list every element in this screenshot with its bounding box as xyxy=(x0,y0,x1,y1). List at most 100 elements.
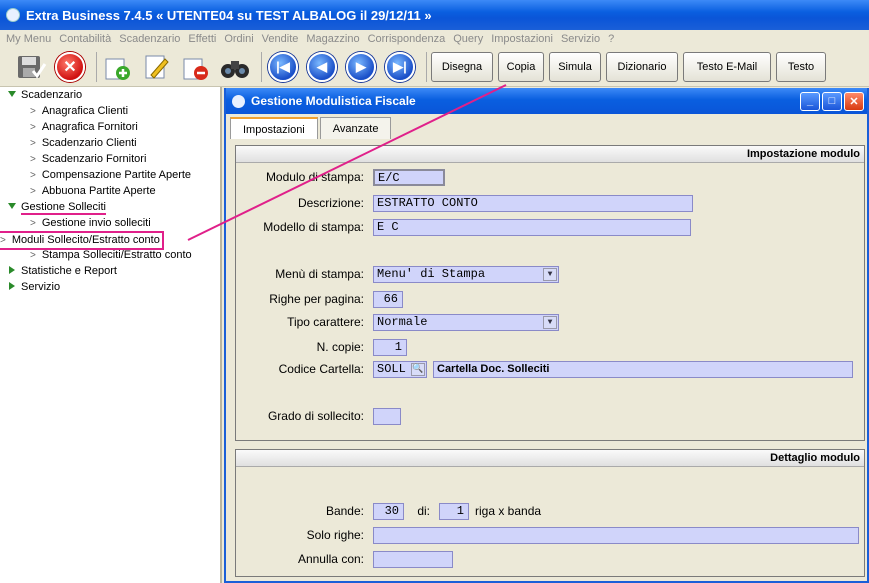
tree-item-moduli[interactable]: > Moduli Sollecito/Estratto conto xyxy=(0,231,220,250)
copia-button[interactable]: Copia xyxy=(498,51,544,82)
tree-item-scadenzario-fornitori[interactable]: > Scadenzario Fornitori xyxy=(0,151,220,167)
modulo-field[interactable]: E/C xyxy=(373,169,445,186)
toolbar-separator xyxy=(261,51,262,82)
di-field[interactable]: 1 xyxy=(439,503,469,520)
toolbar-separator xyxy=(96,51,97,82)
delete-icon[interactable] xyxy=(179,50,213,84)
annulla-field[interactable] xyxy=(373,551,453,568)
grado-label: Grado di sollecito: xyxy=(267,409,364,423)
window-titlebar: Gestione Modulistica Fiscale _ □ ✕ xyxy=(226,88,867,114)
menu-scadenzario[interactable]: Scadenzario xyxy=(119,33,180,45)
tree-node-scadenzario[interactable]: Scadenzario xyxy=(0,87,220,103)
tree-item-scadenzario-clienti[interactable]: > Scadenzario Clienti xyxy=(0,135,220,151)
menu-query[interactable]: Query xyxy=(453,33,483,45)
app-titlebar: Extra Business 7.4.5 « UTENTE04 su TEST … xyxy=(0,0,869,30)
sidebar-tree: Scadenzario > Anagrafica Clienti > Anagraf… xyxy=(0,87,222,583)
tree-item-compensazione[interactable]: > Compensazione Partite Aperte xyxy=(0,167,220,183)
toolbar-separator xyxy=(426,51,427,82)
tab-avanzate[interactable]: Avanzate xyxy=(319,117,392,139)
tree-item-gestione-invio[interactable]: > Gestione invio solleciti xyxy=(0,215,220,231)
lookup-icon[interactable]: 🔍 xyxy=(411,363,425,376)
riga-banda-label: riga x banda xyxy=(475,504,542,518)
testo-email-button[interactable]: Testo E-Mail xyxy=(683,51,771,82)
binoculars-icon[interactable] xyxy=(218,50,252,84)
minimize-button[interactable]: _ xyxy=(800,91,820,111)
chevron-right-icon: > xyxy=(30,122,36,133)
menu-corrispondenza[interactable]: Corrispondenza xyxy=(368,33,446,45)
menu-magazzino[interactable]: Magazzino xyxy=(306,33,359,45)
tab-strip: Impostazioni Avanzate xyxy=(230,117,393,139)
modello-label: Modello di stampa: xyxy=(263,220,364,234)
chevron-down-icon[interactable]: ▼ xyxy=(543,268,557,281)
menu-effetti[interactable]: Effetti xyxy=(188,33,216,45)
modello-field[interactable]: E C xyxy=(373,219,691,236)
tree-item-abbuona[interactable]: > Abbuona Partite Aperte xyxy=(0,183,220,199)
chevron-right-icon: > xyxy=(30,250,36,261)
edit-icon[interactable] xyxy=(140,50,174,84)
cartella-label: Codice Cartella: xyxy=(278,362,364,376)
next-record-icon[interactable]: ▶ xyxy=(344,50,378,84)
bande-label: Bande: xyxy=(325,504,364,518)
menu-vendite[interactable]: Vendite xyxy=(262,33,299,45)
menu-servizio[interactable]: Servizio xyxy=(561,33,600,45)
tree-node-gestione-solleciti[interactable]: Gestione Solleciti xyxy=(0,199,220,215)
chevron-right-icon: > xyxy=(30,106,36,117)
app-icon xyxy=(6,8,20,22)
impostazione-panel: Impostazione modulo Modulo di stampa: E/… xyxy=(235,145,865,441)
maximize-button[interactable]: □ xyxy=(822,91,842,111)
copie-field[interactable]: 1 xyxy=(373,339,407,356)
menu-stampa-label: Menù di stampa: xyxy=(275,267,364,281)
cartella-desc-field: Cartella Doc. Solleciti xyxy=(433,361,853,378)
tipo-carattere-label: Tipo carattere: xyxy=(287,315,364,329)
panel-header: Impostazione modulo xyxy=(236,146,864,163)
menu-help[interactable]: ? xyxy=(608,33,614,45)
chevron-down-icon[interactable]: ▼ xyxy=(543,316,557,329)
chevron-right-icon: > xyxy=(30,218,36,229)
annulla-label: Annulla con: xyxy=(297,552,364,566)
collapsed-icon xyxy=(9,266,15,274)
testo-button[interactable]: Testo xyxy=(776,51,826,82)
menu-ordini[interactable]: Ordini xyxy=(224,33,253,45)
add-icon[interactable] xyxy=(101,50,135,84)
copie-label: N. copie: xyxy=(316,340,364,354)
simula-button[interactable]: Simula xyxy=(549,51,601,82)
grado-field[interactable] xyxy=(373,408,401,425)
descrizione-field[interactable]: ESTRATTO CONTO xyxy=(373,195,693,212)
dettaglio-panel: Dettaglio modulo Bande: 30 di: 1 riga x … xyxy=(235,449,865,577)
chevron-right-icon: > xyxy=(30,154,36,165)
dizionario-button[interactable]: Dizionario xyxy=(606,51,678,82)
tree-item-anagrafica-fornitori[interactable]: > Anagrafica Fornitori xyxy=(0,119,220,135)
last-record-icon[interactable]: ▶| xyxy=(383,50,417,84)
solo-righe-field[interactable] xyxy=(373,527,859,544)
chevron-right-icon: > xyxy=(30,138,36,149)
di-label: di: xyxy=(417,504,430,518)
disegna-button[interactable]: Disegna xyxy=(431,51,493,82)
menu-impostazioni[interactable]: Impostazioni xyxy=(491,33,553,45)
tree-item-stampa[interactable]: > Stampa Solleciti/Estratto conto xyxy=(0,247,220,263)
tree-node-statistiche[interactable]: Statistiche e Report xyxy=(0,263,220,279)
tipo-carattere-select[interactable]: Normale ▼ xyxy=(373,314,559,331)
app-title: Extra Business 7.4.5 « UTENTE04 su TEST … xyxy=(26,7,432,23)
menubar: My Menu Contabilità Scadenzario Effetti … xyxy=(0,30,869,47)
bande-field[interactable]: 30 xyxy=(373,503,404,520)
first-record-icon[interactable]: |◀ xyxy=(266,50,300,84)
menu-contabilita[interactable]: Contabilità xyxy=(59,33,111,45)
tree-node-servizio[interactable]: Servizio xyxy=(0,279,220,295)
close-button[interactable]: ✕ xyxy=(844,91,864,111)
tab-impostazioni[interactable]: Impostazioni xyxy=(230,117,318,139)
righe-label: Righe per pagina: xyxy=(269,292,364,306)
prev-record-icon[interactable]: ◀ xyxy=(305,50,339,84)
modulo-label: Modulo di stampa: xyxy=(265,170,364,184)
save-icon[interactable] xyxy=(14,50,48,84)
menu-stampa-select[interactable]: Menu' di Stampa ▼ xyxy=(373,266,559,283)
tree-item-anagrafica-clienti[interactable]: > Anagrafica Clienti xyxy=(0,103,220,119)
solo-righe-label: Solo righe: xyxy=(306,528,364,542)
chevron-right-icon: > xyxy=(30,186,36,197)
righe-field[interactable]: 66 xyxy=(373,291,403,308)
cartella-code-field[interactable]: SOLL 🔍 xyxy=(373,361,427,378)
cancel-icon[interactable]: ✕ xyxy=(53,50,87,84)
menu-my-menu[interactable]: My Menu xyxy=(6,33,51,45)
window-title: Gestione Modulistica Fiscale xyxy=(251,94,416,108)
expanded-icon xyxy=(8,91,16,97)
panel-header: Dettaglio modulo xyxy=(236,450,864,467)
